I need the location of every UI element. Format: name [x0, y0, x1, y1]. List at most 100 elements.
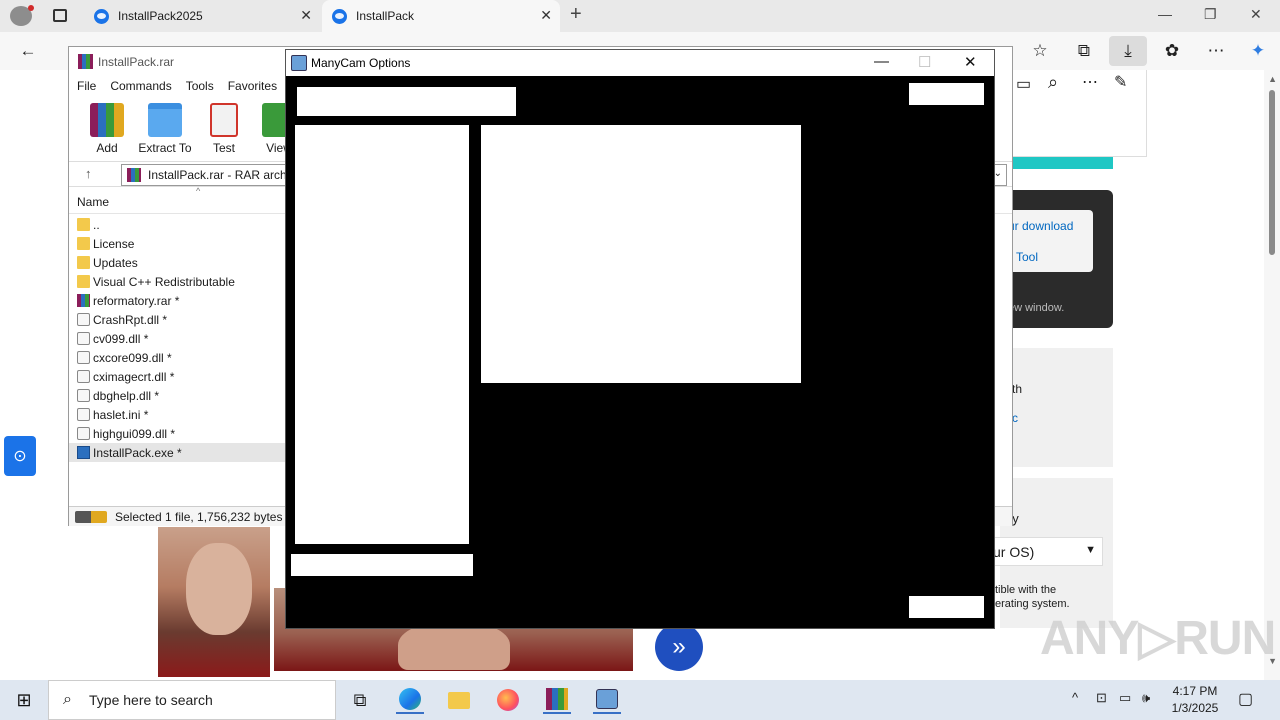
top-right-button[interactable] [909, 83, 984, 105]
task-view-icon[interactable]: ⧉ [346, 686, 374, 714]
windows-logo-icon: ⊞ [16, 689, 32, 710]
download-link[interactable]: ur download [1008, 219, 1073, 233]
minimize-button[interactable]: — [874, 53, 889, 70]
up-arrow-icon[interactable]: ↑ [85, 166, 92, 181]
side-widget-icon[interactable]: ⊙ [4, 436, 36, 476]
dll-file-icon [77, 389, 90, 402]
menu-tools[interactable]: Tools [186, 79, 214, 93]
firefox-icon[interactable] [494, 686, 522, 714]
pin-icon[interactable]: ✎ [1114, 72, 1127, 92]
folder-icon [77, 275, 90, 288]
info-box [1000, 348, 1113, 467]
file-row[interactable]: Visual C++ Redistributable [69, 272, 289, 291]
menu-file[interactable]: File [77, 79, 96, 93]
tab-installpack2025[interactable]: InstallPack2025 ✕ [84, 0, 320, 32]
test-button[interactable]: Test [194, 103, 254, 155]
collections-icon[interactable]: ⧉ [1072, 40, 1096, 62]
edge-logo [399, 688, 421, 710]
system-clock[interactable]: 4:17 PM 1/3/2025 [1166, 683, 1224, 717]
copilot-icon[interactable]: ✦ [1246, 40, 1270, 62]
os-select[interactable]: ur OS) ▼ [988, 537, 1103, 566]
show-hidden-icons-chevron[interactable]: ^ [1072, 690, 1078, 705]
back-icon[interactable]: ← [16, 40, 40, 62]
close-window-button[interactable]: ✕ [1250, 6, 1262, 23]
close-tab-icon[interactable]: ✕ [300, 7, 312, 24]
tab-actions-icon[interactable] [53, 9, 67, 22]
next-slide-button[interactable]: » [655, 623, 703, 671]
scroll-up-arrow[interactable]: ▲ [1268, 74, 1277, 84]
notifications-icon[interactable]: ▢ [1238, 689, 1253, 709]
exe-file-icon [77, 446, 90, 459]
options-list-panel[interactable] [295, 125, 469, 544]
close-button[interactable]: ✕ [964, 53, 977, 71]
tab-installpack[interactable]: InstallPack ✕ [322, 0, 560, 32]
file-row[interactable]: .. [69, 215, 289, 234]
dll-file-icon [77, 427, 90, 440]
restore-button[interactable]: ❐ [1204, 6, 1217, 23]
search-downloads-icon[interactable]: ⌕ [1048, 72, 1058, 93]
tab-title: InstallPack2025 [118, 9, 203, 23]
more-icon[interactable]: ⋯ [1204, 40, 1228, 62]
scroll-thumb[interactable] [1269, 90, 1275, 255]
start-button[interactable]: ⊞ [0, 680, 48, 720]
new-tab-button[interactable]: + [570, 3, 582, 26]
downloads-more-icon[interactable]: ⋯ [1082, 72, 1098, 92]
clock-date: 1/3/2025 [1171, 701, 1219, 715]
file-row[interactable]: cximagecrt.dll * [69, 367, 289, 386]
profile-alert-dot [28, 5, 34, 11]
column-name-label: Name [77, 195, 110, 209]
network-icon[interactable]: ▭ [1119, 690, 1131, 706]
card-note: ew window. [1008, 302, 1065, 314]
file-name: reformatory.rar * [93, 294, 180, 308]
winrar-logo [546, 688, 568, 710]
file-row[interactable]: haslet.ini * [69, 405, 289, 424]
bottom-right-button[interactable] [909, 596, 984, 618]
manycam-title-bar[interactable]: ManyCam Options — ☐ ✕ [286, 50, 994, 76]
volume-icon[interactable]: 🕪 [1142, 690, 1150, 706]
anyrun-watermark: ANY▷RUN [1040, 612, 1276, 665]
rar-archive-icon [127, 168, 141, 182]
open-folder-icon[interactable]: ▭ [1016, 74, 1031, 94]
chevron-down-icon: ▼ [1085, 544, 1096, 556]
add-button[interactable]: Add [77, 103, 137, 155]
bottom-left-field[interactable] [291, 554, 473, 576]
menu-commands[interactable]: Commands [110, 79, 171, 93]
downloads-panel: ▭ ⌕ ⋯ ✎ [1000, 70, 1147, 157]
tool-label: Test [212, 141, 235, 155]
file-row[interactable]: CrashRpt.dll * [69, 310, 289, 329]
file-explorer-icon[interactable] [445, 686, 473, 714]
browser-tab-bar: InstallPack2025 ✕ InstallPack ✕ + — ❐ ✕ [0, 0, 1280, 32]
tool-label: Extract To [138, 141, 192, 155]
tool-label: Add [96, 141, 118, 155]
minimize-button[interactable]: — [1158, 6, 1172, 22]
file-row-selected[interactable]: InstallPack.exe * [69, 443, 289, 462]
file-row[interactable]: reformatory.rar * [69, 291, 289, 310]
file-row[interactable]: cv099.dll * [69, 329, 289, 348]
close-tab-icon[interactable]: ✕ [540, 7, 552, 24]
file-name: .. [93, 218, 100, 232]
file-row[interactable]: Updates [69, 253, 289, 272]
tool-link[interactable]: Tool [1016, 250, 1038, 264]
compatibility-note: tible with the erating system. [995, 583, 1070, 611]
favorites-icon[interactable]: ☆ [1028, 40, 1052, 62]
file-name: cv099.dll * [93, 332, 149, 346]
edge-taskbar-icon[interactable] [396, 686, 424, 714]
edge-page-icon [94, 9, 109, 24]
taskbar-search[interactable]: ⌕ Type here to search [48, 680, 336, 720]
winrar-taskbar-icon[interactable] [543, 686, 571, 714]
file-row[interactable]: dbghelp.dll * [69, 386, 289, 405]
status-text: Selected 1 file, 1,756,232 bytes [115, 510, 283, 524]
file-row[interactable]: License [69, 234, 289, 253]
downloads-icon[interactable]: ⤓ [1109, 36, 1147, 66]
file-row[interactable]: cxcore099.dll * [69, 348, 289, 367]
winrar-icon [78, 54, 93, 69]
extract-to-button[interactable]: Extract To [135, 103, 195, 155]
folder-icon [77, 256, 90, 269]
photo-subject [186, 543, 252, 635]
file-row[interactable]: highgui099.dll * [69, 424, 289, 443]
manycam-taskbar-icon[interactable] [593, 686, 621, 714]
menu-favorites[interactable]: Favorites [228, 79, 277, 93]
ini-file-icon [77, 408, 90, 421]
extensions-icon[interactable]: ✿ [1160, 40, 1184, 62]
network-device-icon[interactable]: ⊡ [1096, 690, 1107, 706]
